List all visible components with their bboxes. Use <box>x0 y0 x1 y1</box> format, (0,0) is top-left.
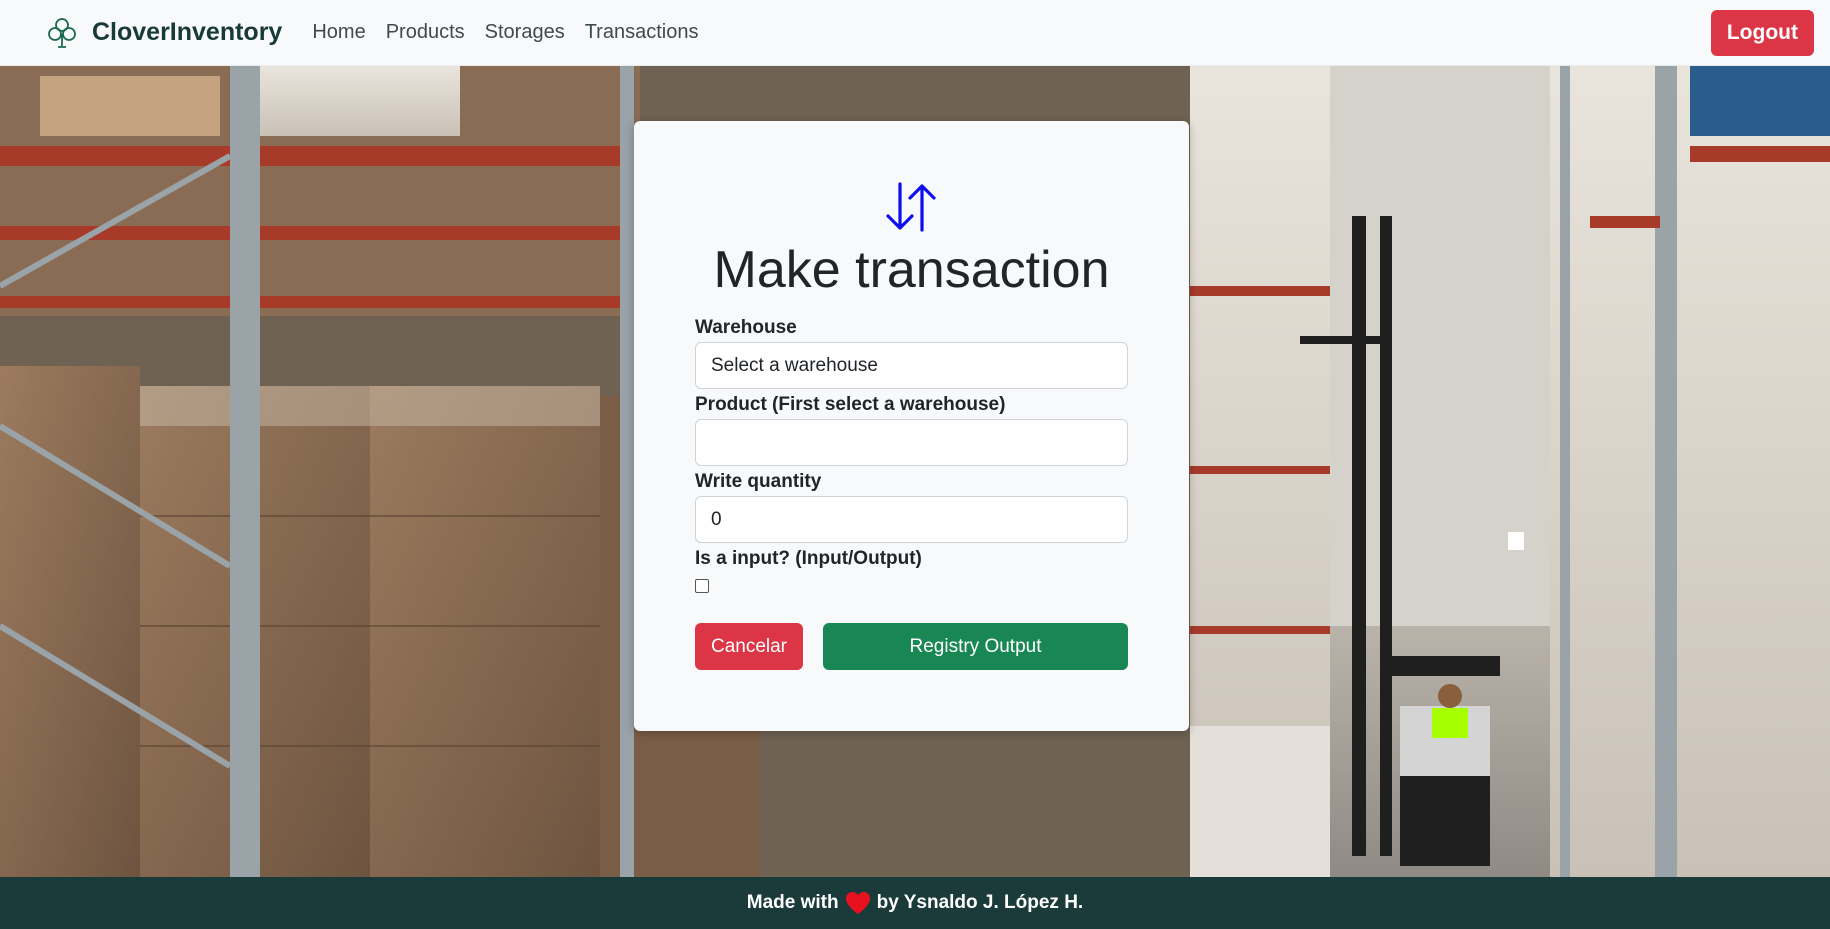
footer-text-after: by Ysnaldo J. López H. <box>876 892 1084 913</box>
nav-link-transactions[interactable]: Transactions <box>585 21 699 44</box>
footer: Made with by Ysnaldo J. López H. <box>0 877 1830 929</box>
nav-links: Home Products Storages Transactions <box>312 21 698 44</box>
logout-button[interactable]: Logout <box>1710 9 1814 56</box>
warehouse-select[interactable]: Select a warehouse <box>695 342 1128 389</box>
page-title: Make transaction <box>713 241 1110 299</box>
is-input-checkbox[interactable] <box>695 579 709 593</box>
cancel-button[interactable]: Cancelar <box>695 623 803 670</box>
quantity-label: Write quantity <box>695 471 822 492</box>
brand-name: CloverInventory <box>92 18 283 46</box>
warehouse-label: Warehouse <box>695 317 797 338</box>
nav-link-home[interactable]: Home <box>312 21 365 44</box>
quantity-input[interactable]: 0 <box>695 496 1128 543</box>
is-input-label: Is a input? (Input/Output) <box>695 548 922 569</box>
clover-icon <box>44 15 80 51</box>
registry-output-button[interactable]: Registry Output <box>823 623 1128 670</box>
warehouse-select-value: Select a warehouse <box>711 354 878 376</box>
quantity-input-value: 0 <box>711 508 722 530</box>
nav-link-products[interactable]: Products <box>386 21 465 44</box>
product-label: Product (First select a warehouse) <box>695 394 1006 415</box>
arrow-down-up-icon <box>885 182 937 237</box>
product-select[interactable] <box>695 419 1128 466</box>
brand[interactable]: CloverInventory <box>44 15 282 51</box>
navbar: CloverInventory Home Products Storages T… <box>0 0 1830 66</box>
nav-link-storages[interactable]: Storages <box>485 21 565 44</box>
heart-icon <box>845 891 871 915</box>
footer-text-before: Made with <box>746 892 839 913</box>
transaction-form-card: Make transaction Warehouse Select a ware… <box>634 121 1189 731</box>
